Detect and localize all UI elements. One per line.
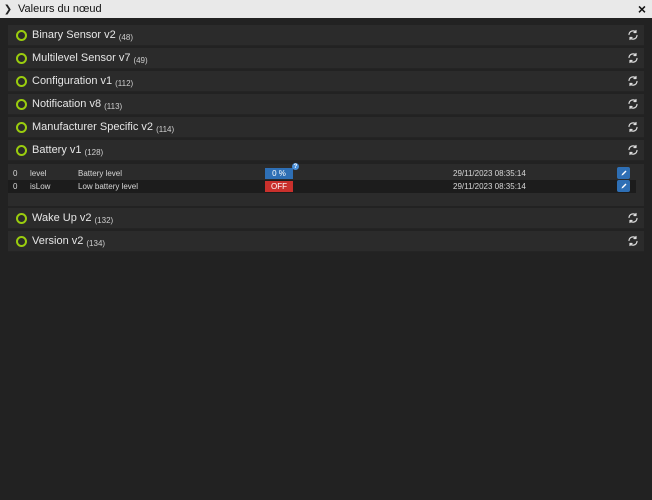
cc-id: (112) [115,78,134,88]
value-badge: 0 % [265,168,293,179]
refresh-icon[interactable] [626,51,640,65]
refresh-icon[interactable] [626,120,640,134]
value-instance: 0 [13,182,18,191]
value-timestamp: 29/11/2023 08:35:14 [453,182,526,191]
window-titlebar: ❯ Valeurs du nœud × [0,0,652,18]
chevron-right-icon[interactable]: ❯ [0,4,16,15]
edit-button[interactable] [617,180,630,192]
cc-panel-multilevel-sensor: Multilevel Sensor v7 (49) [8,48,644,69]
help-icon[interactable]: ? [292,163,299,170]
cc-name: Version v2 [32,235,84,247]
window-title: Valeurs du nœud [18,3,102,15]
cc-header-manufacturer-specific[interactable]: Manufacturer Specific v2 (114) [8,117,644,138]
cc-panel-binary-sensor: Binary Sensor v2 (48) [8,25,644,46]
cc-id: (113) [104,101,123,111]
cc-header-configuration[interactable]: Configuration v1 (112) [8,71,644,92]
value-badge: OFF [265,181,293,192]
cc-header-version[interactable]: Version v2 (134) [8,231,644,252]
refresh-icon[interactable] [626,97,640,111]
value-key: isLow [30,182,51,191]
cc-name: Configuration v1 [32,75,113,87]
cc-panel-configuration: Configuration v1 (112) [8,71,644,92]
status-ring-icon [16,98,27,110]
status-ring-icon [16,121,27,133]
cc-name: Multilevel Sensor v7 [32,52,131,64]
table-row: 0 isLow Low battery level OFF 29/11/2023… [8,180,636,193]
cc-panel-battery: Battery v1 (128) [8,140,644,161]
cc-panel-manufacturer-specific: Manufacturer Specific v2 (114) [8,117,644,138]
cc-id: (48) [118,32,133,42]
cc-header-wake-up[interactable]: Wake Up v2 (132) [8,208,644,229]
cc-name: Notification v8 [32,98,102,110]
cc-name: Binary Sensor v2 [32,29,116,41]
refresh-icon[interactable] [626,234,640,248]
status-ring-icon [16,52,27,64]
status-ring-icon [16,212,27,224]
refresh-icon[interactable] [626,74,640,88]
battery-values-table: 0 level Battery level 0 % ? 29/11/2023 0… [8,163,644,206]
cc-id: (128) [84,147,104,157]
cc-header-multilevel-sensor[interactable]: Multilevel Sensor v7 (49) [8,48,644,69]
status-ring-icon [16,235,27,247]
value-timestamp: 29/11/2023 08:35:14 [453,169,526,178]
cc-id: (134) [86,238,106,248]
close-icon[interactable]: × [632,1,652,17]
cc-panel-notification: Notification v8 (113) [8,94,644,115]
refresh-icon[interactable] [626,143,640,157]
cc-header-binary-sensor[interactable]: Binary Sensor v2 (48) [8,25,644,46]
status-ring-icon [16,144,27,156]
cc-header-battery[interactable]: Battery v1 (128) [8,140,644,161]
refresh-icon[interactable] [626,211,640,225]
cc-id: (49) [133,55,148,65]
cc-panel-wake-up: Wake Up v2 (132) [8,208,644,229]
cc-name: Manufacturer Specific v2 [32,121,154,133]
cc-panel-version: Version v2 (134) [8,231,644,252]
cc-id: (114) [156,124,175,134]
status-ring-icon [16,29,27,41]
cc-name: Wake Up v2 [32,212,92,224]
value-label: Battery level [78,169,123,178]
cc-id: (132) [94,215,114,225]
value-label: Low battery level [78,182,139,191]
pencil-icon [621,183,626,189]
value-instance: 0 [13,169,18,178]
value-key: level [30,169,47,178]
cc-name: Battery v1 [32,144,82,156]
cc-header-notification[interactable]: Notification v8 (113) [8,94,644,115]
status-ring-icon [16,75,27,87]
table-row: 0 level Battery level 0 % ? 29/11/2023 0… [8,163,636,180]
pencil-icon [621,170,626,176]
refresh-icon[interactable] [626,28,640,42]
edit-button[interactable] [617,167,630,179]
